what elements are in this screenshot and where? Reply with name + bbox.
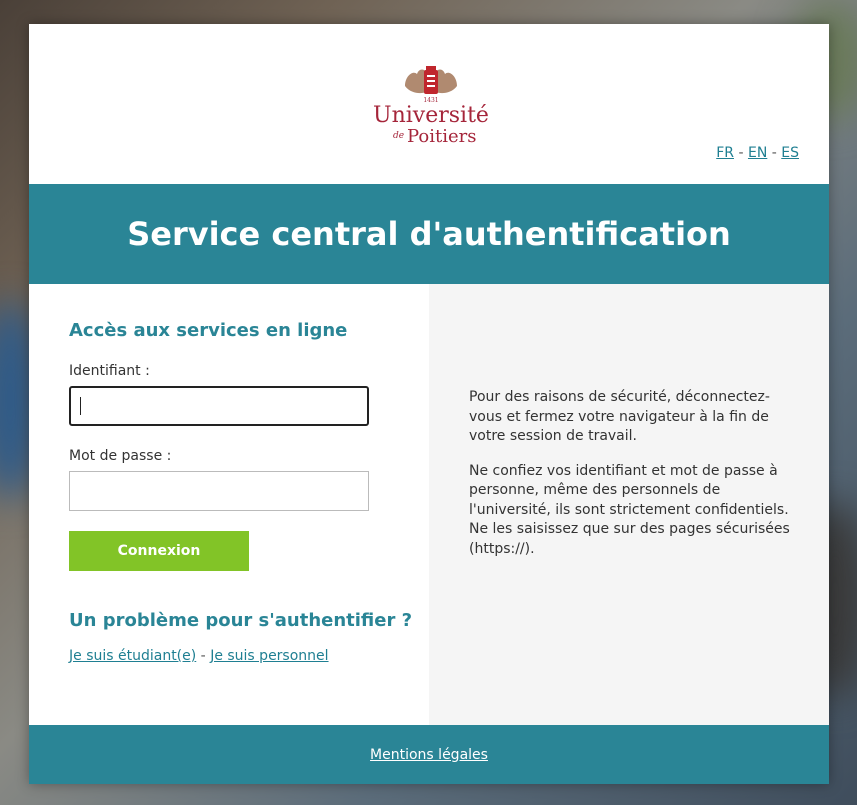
legal-notice-link[interactable]: Mentions légales xyxy=(370,747,488,763)
card-header: 1431 Université de Poitiers FR - EN - ES xyxy=(29,24,829,184)
main-content: Accès aux services en ligne Identifiant … xyxy=(29,284,829,725)
lang-separator: - xyxy=(738,145,748,161)
text-caret xyxy=(80,397,81,415)
password-input[interactable] xyxy=(69,471,369,511)
login-form: Accès aux services en ligne Identifiant … xyxy=(29,284,429,725)
staff-help-link[interactable]: Je suis personnel xyxy=(210,648,328,664)
crest-icon xyxy=(405,66,457,94)
footer: Mentions légales xyxy=(29,725,829,784)
language-switcher: FR - EN - ES xyxy=(716,145,799,161)
lang-es-link[interactable]: ES xyxy=(781,145,799,161)
university-logo: 1431 Université de Poitiers xyxy=(373,66,489,147)
username-input[interactable] xyxy=(69,386,369,426)
security-info: Pour des raisons de sécurité, déconnecte… xyxy=(429,284,829,725)
svg-text:Poitiers: Poitiers xyxy=(407,126,476,147)
page-title-banner: Service central d'authentification xyxy=(29,184,829,284)
lang-fr-link[interactable]: FR xyxy=(716,145,734,161)
security-paragraph-2: Ne confiez vos identifiant et mot de pas… xyxy=(469,462,790,557)
connexion-button[interactable]: Connexion xyxy=(69,531,249,571)
login-heading: Accès aux services en ligne xyxy=(69,320,348,341)
page-title: Service central d'authentification xyxy=(127,215,731,253)
username-label: Identifiant : xyxy=(69,363,150,379)
security-paragraph-1: Pour des raisons de sécurité, déconnecte… xyxy=(469,389,770,444)
help-heading: Un problème pour s'authentifier ? xyxy=(69,610,413,631)
lang-en-link[interactable]: EN xyxy=(748,145,767,161)
help-links: Je suis étudiant(e) - Je suis personnel xyxy=(69,648,429,664)
student-help-link[interactable]: Je suis étudiant(e) xyxy=(69,648,196,664)
link-separator: - xyxy=(196,648,211,664)
lang-separator: - xyxy=(771,145,782,161)
password-label: Mot de passe : xyxy=(69,448,172,464)
svg-text:Université: Université xyxy=(373,103,489,128)
svg-text:de: de xyxy=(393,131,404,141)
login-card: 1431 Université de Poitiers FR - EN - ES… xyxy=(29,24,829,784)
